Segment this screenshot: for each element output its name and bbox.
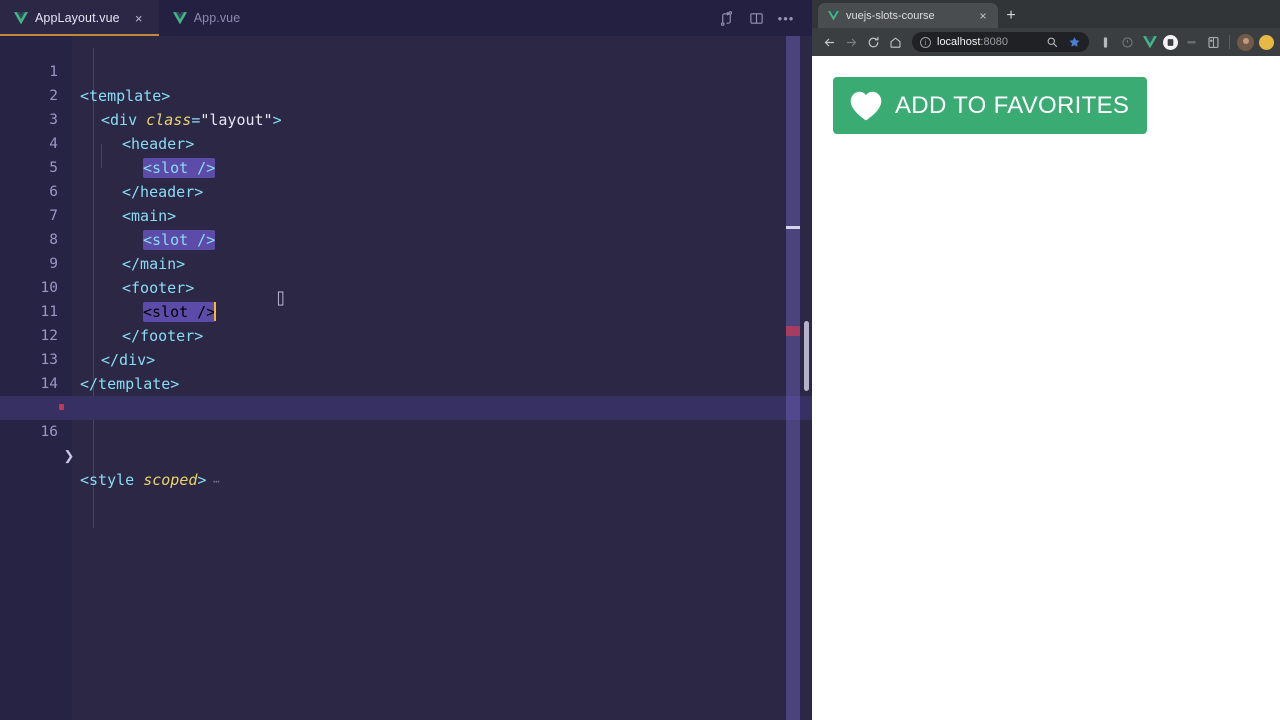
vue-logo-icon (828, 10, 839, 21)
vue-logo-icon (172, 11, 187, 24)
url-port: :8080 (980, 36, 1008, 48)
reload-button[interactable] (862, 31, 884, 53)
code-line-selected[interactable]: 10 <slot /> (0, 252, 812, 322)
code-line[interactable]: 11 </footer> (0, 276, 812, 345)
extension-active-icon[interactable] (1163, 34, 1178, 50)
ruler-cursor-mark (786, 226, 800, 229)
browser-tab-close-icon[interactable]: × (976, 9, 990, 23)
code-content[interactable]: 1 <template> 2 <div class="layout"> 3 <h… (0, 36, 812, 489)
tabbar-spacer (252, 0, 712, 36)
code-line[interactable]: 15 (0, 372, 812, 416)
home-button[interactable] (884, 31, 906, 53)
code-line[interactable]: 5 </header> (0, 132, 812, 201)
url-host: localhost (937, 36, 981, 48)
editor-scrollbar[interactable] (802, 36, 812, 720)
code-fold-chevron-icon[interactable]: ❯ (62, 444, 76, 468)
vue-logo-icon (14, 11, 28, 24)
code-line[interactable]: 14 (0, 348, 812, 392)
browser-toolbar: i localhost:8080 (812, 28, 1280, 56)
add-to-favorites-button[interactable]: ADD TO FAVORITES (833, 77, 1148, 134)
browser-tab-strip: vuejs-slots-course × + (812, 0, 1280, 28)
error-marker-icon (59, 404, 64, 410)
extension-circle-icon[interactable] (1119, 34, 1136, 51)
code-line-current[interactable]: 16 ❯ <style scoped> ⋯ (0, 396, 812, 489)
code-editor-pane: AppLayout.vue × App.vue ••• 1 <template>… (0, 0, 812, 720)
profile-avatar[interactable] (1237, 33, 1254, 51)
code-line[interactable]: 4 <slot /> (0, 108, 812, 178)
site-info-icon[interactable]: i (920, 36, 931, 48)
editor-tab-label: AppLayout.vue (35, 11, 120, 25)
mouse-ibeam-cursor: ⌷ (276, 290, 286, 308)
code-line[interactable]: 13 </template> (0, 324, 812, 393)
split-editor-icon[interactable] (742, 4, 770, 32)
split-diff-icon[interactable] (712, 4, 740, 32)
code-line[interactable]: 12 </div> (0, 300, 812, 369)
folded-region-placeholder: ⋯ (206, 475, 220, 488)
browser-extensions (1095, 33, 1274, 51)
editor-tab-actions: ••• (712, 0, 812, 36)
extension-puzzle-icon[interactable] (1097, 34, 1114, 51)
code-line[interactable]: 6 <main> (0, 156, 812, 225)
more-actions-icon[interactable]: ••• (772, 4, 800, 32)
heart-icon (850, 91, 882, 121)
extension-small-icon[interactable] (1183, 34, 1200, 51)
editor-tab-close-icon[interactable]: × (131, 10, 147, 26)
browser-tab[interactable]: vuejs-slots-course × (818, 3, 998, 28)
ruler-error-mark (786, 326, 800, 336)
back-button[interactable] (818, 31, 840, 53)
more-actions-label: ••• (777, 10, 795, 26)
code-line[interactable]: 7 <slot /> (0, 180, 812, 250)
new-tab-button[interactable]: + (998, 3, 1024, 28)
bookmark-star-icon[interactable] (1067, 35, 1081, 49)
browser-tab-title: vuejs-slots-course (846, 9, 935, 22)
address-bar-url: localhost:8080 (937, 36, 1008, 48)
coin-icon[interactable] (1259, 34, 1274, 50)
page-viewport: ADD TO FAVORITES (812, 56, 1280, 720)
editor-tab-app[interactable]: App.vue (158, 0, 253, 36)
editor-overview-ruler[interactable] (786, 36, 800, 720)
screen-root: AppLayout.vue × App.vue ••• 1 <template>… (0, 0, 1280, 720)
code-region[interactable]: 1 <template> 2 <div class="layout"> 3 <h… (0, 36, 812, 720)
vue-devtools-icon[interactable] (1141, 34, 1158, 51)
extension-grid-icon[interactable] (1205, 34, 1222, 51)
code-line[interactable]: 8 </main> (0, 204, 812, 273)
editor-tab-bar: AppLayout.vue × App.vue ••• (0, 0, 812, 36)
address-bar[interactable]: i localhost:8080 (912, 32, 1089, 52)
editor-tab-applayout[interactable]: AppLayout.vue × (0, 0, 159, 36)
omnibox-actions (1045, 35, 1081, 49)
code-line[interactable]: 1 <template> (0, 36, 812, 105)
code-line[interactable]: 2 <div class="layout"> (0, 60, 812, 129)
editor-scrollbar-thumb[interactable] (804, 321, 809, 391)
code-line[interactable]: 9 <footer> (0, 228, 812, 297)
browser-window: vuejs-slots-course × + i localhost:8080 … (812, 0, 1280, 720)
line-number: 16 (40, 424, 58, 440)
editor-tab-label: App.vue (193, 11, 241, 25)
code-line[interactable]: 3 <header> (0, 84, 812, 153)
toolbar-divider (1229, 35, 1230, 49)
forward-button[interactable] (840, 31, 862, 53)
add-to-favorites-label: ADD TO FAVORITES (895, 91, 1130, 119)
zoom-search-icon[interactable] (1045, 35, 1059, 49)
line-text: <style scoped> ⋯ (80, 471, 220, 489)
